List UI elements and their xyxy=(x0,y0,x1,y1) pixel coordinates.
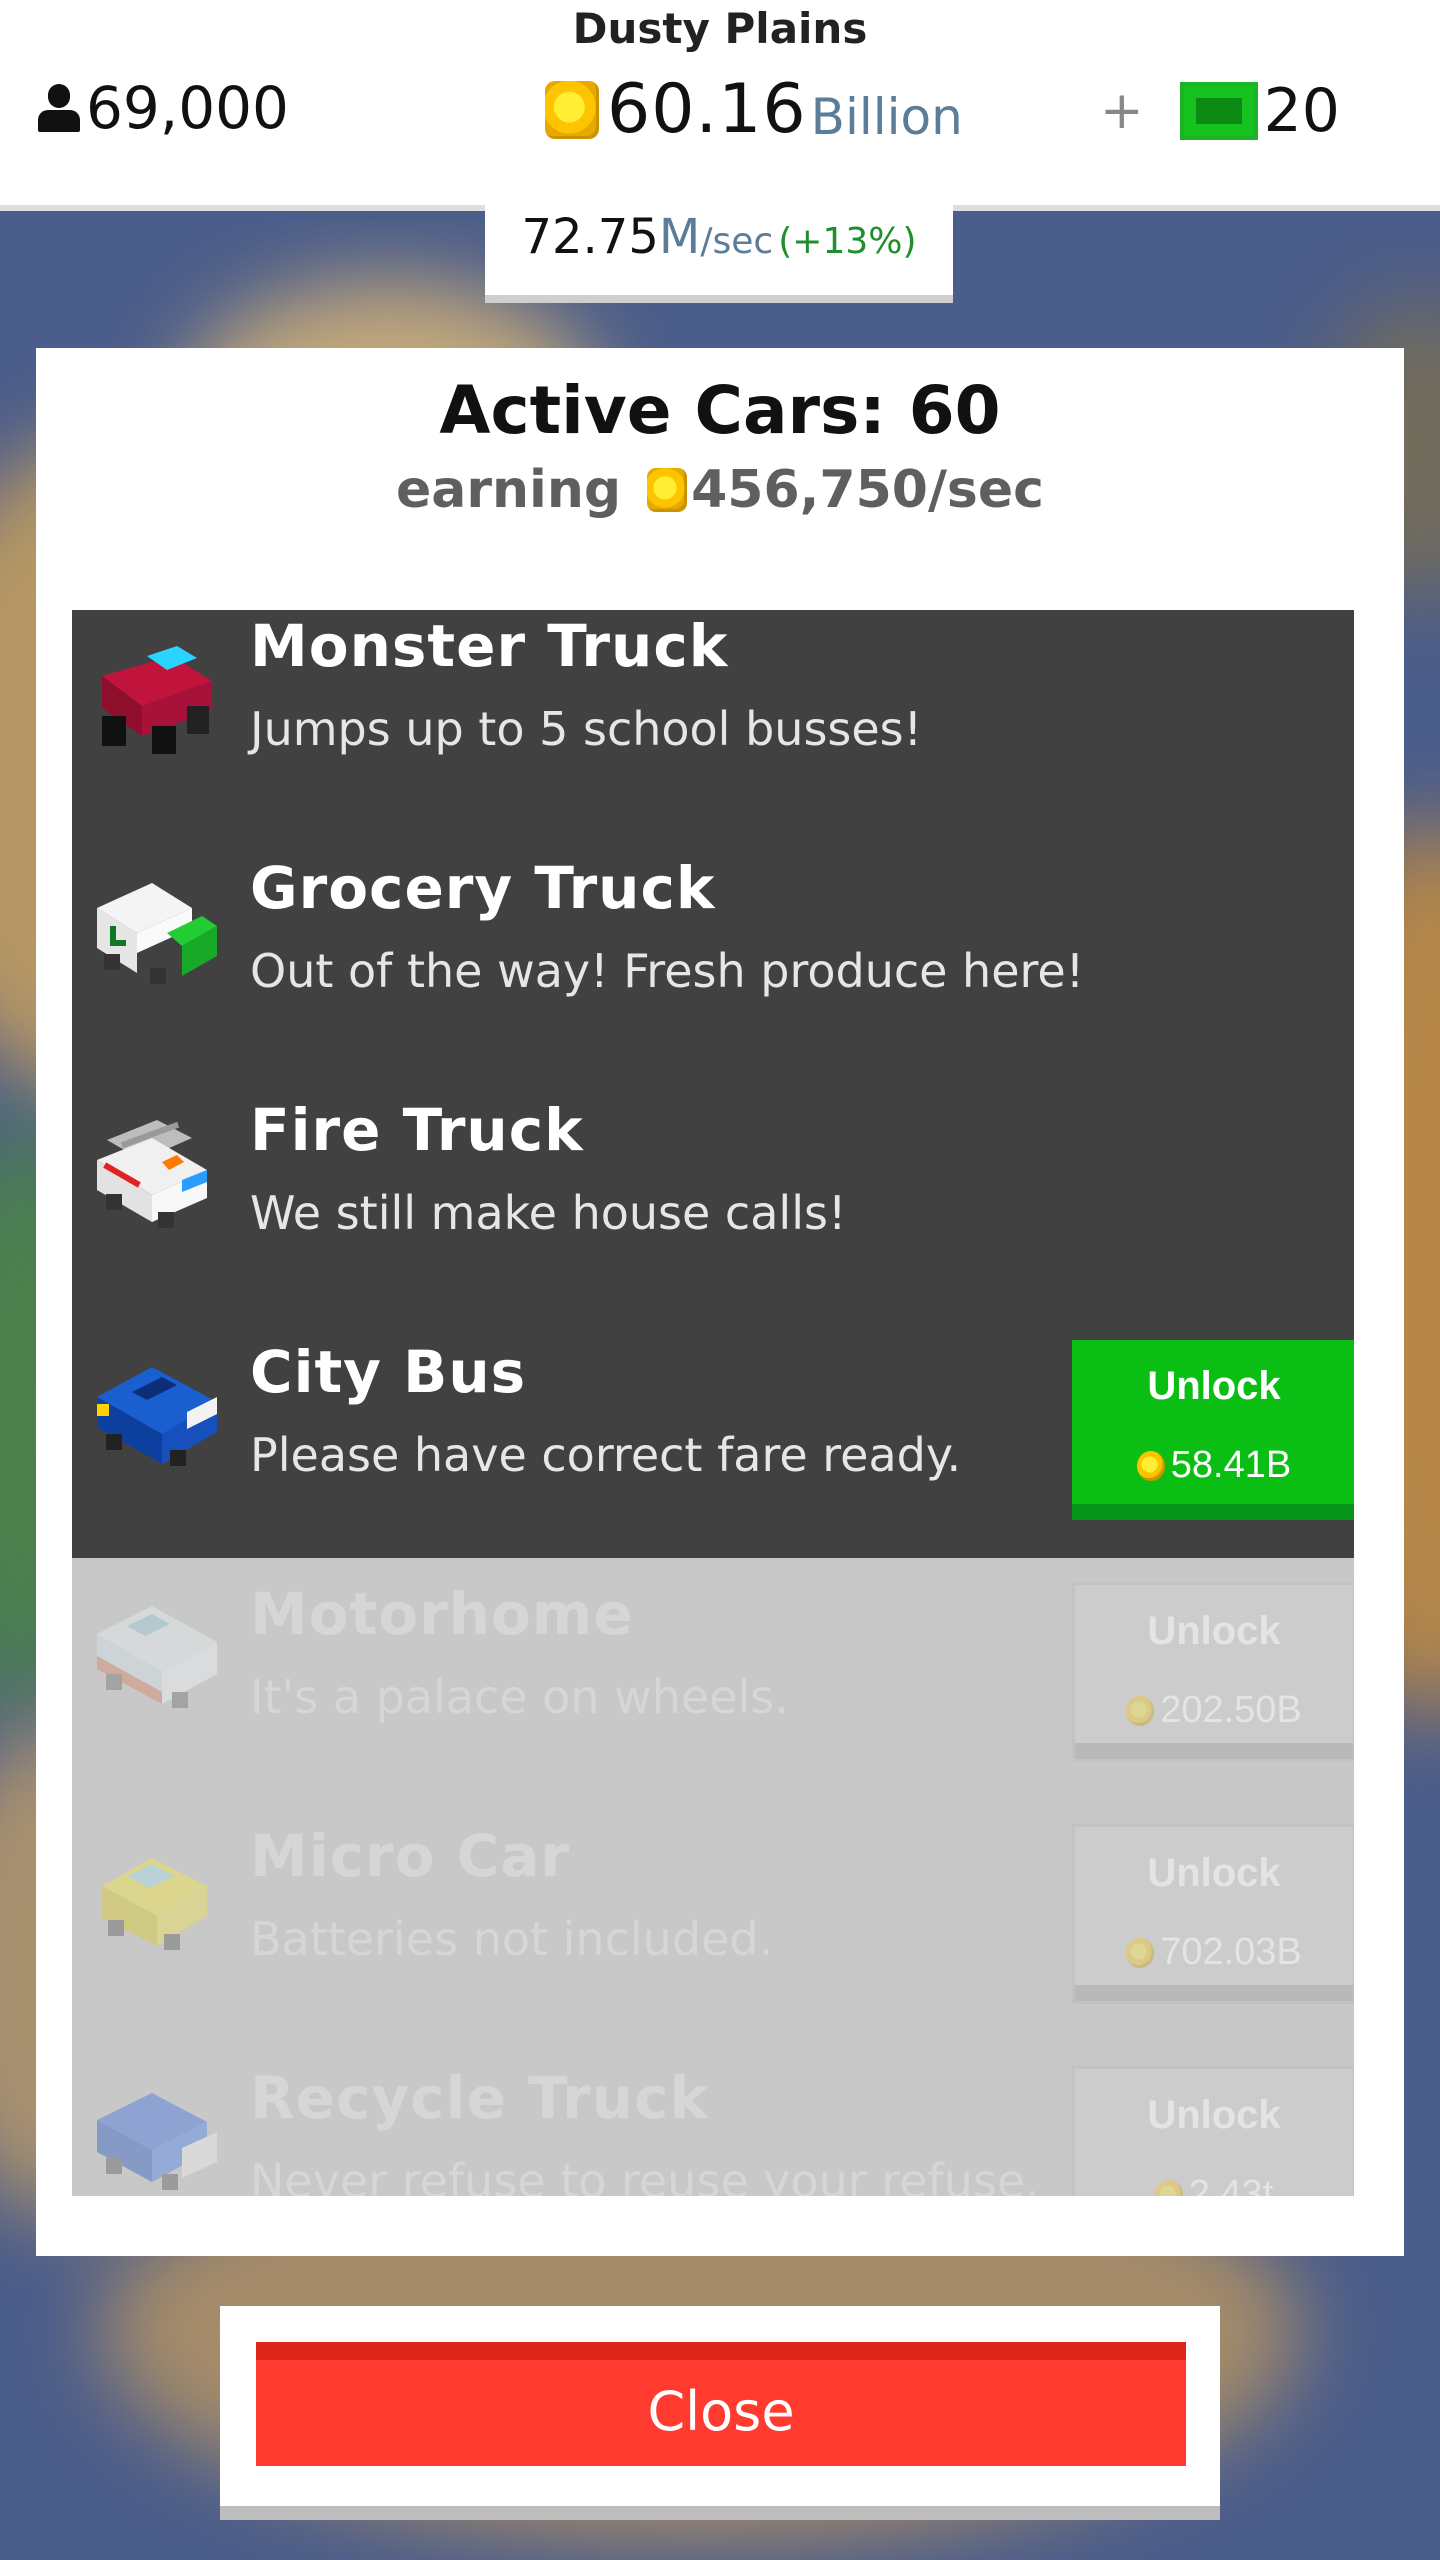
unlock-label: Unlock xyxy=(1147,2093,1281,2137)
coin-icon xyxy=(1126,1937,1155,1968)
cash-value: 20 xyxy=(1263,76,1340,146)
car-description: We still make house calls! xyxy=(250,1186,847,1240)
unlock-price: 702.03B xyxy=(1075,1931,1353,1974)
population-value: 69,000 xyxy=(86,74,289,142)
car-name: Recycle Truck xyxy=(250,2064,710,2132)
unlock-city-bus-button[interactable]: Unlock 58.41B xyxy=(1072,1340,1354,1520)
car-name: Monster Truck xyxy=(250,612,729,680)
earning-value: 456,750/sec xyxy=(691,460,1044,520)
unlock-price: 58.41B xyxy=(1072,1444,1354,1487)
car-item-micro-car[interactable]: Micro Car Batteries not included. Unlock… xyxy=(72,1800,1354,2042)
car-description: It's a palace on wheels. xyxy=(250,1670,789,1724)
car-name: Grocery Truck xyxy=(250,854,716,922)
unlock-price: 2.43t xyxy=(1075,2173,1353,2196)
unlock-label: Unlock xyxy=(1147,1851,1281,1895)
coin-icon xyxy=(1154,2179,1183,2196)
close-button-container: Close xyxy=(220,2306,1220,2506)
unlock-label: Unlock xyxy=(1147,1364,1281,1408)
unlock-recycle-truck-button[interactable]: Unlock 2.43t xyxy=(1072,2066,1354,2196)
car-description: Batteries not included. xyxy=(250,1912,774,1966)
micro-car-icon xyxy=(102,1858,207,1950)
plus-icon[interactable]: + xyxy=(1100,81,1144,141)
panel-title: Active Cars: 60 xyxy=(439,372,1001,449)
grocery-truck-icon xyxy=(97,883,217,984)
monster-truck-icon xyxy=(102,646,212,754)
cash-counter[interactable]: + 20 xyxy=(1100,76,1340,146)
car-name: Micro Car xyxy=(250,1822,570,1890)
car-description: Never refuse to reuse your refuse. xyxy=(250,2154,1040,2196)
cash-bill-icon xyxy=(1179,82,1258,140)
income-rate-tab: 72.75M/sec (+13%) xyxy=(485,205,953,295)
car-description: Out of the way! Fresh produce here! xyxy=(250,944,1085,998)
unlock-price: 202.50B xyxy=(1075,1689,1353,1732)
car-item-grocery-truck[interactable]: Grocery Truck Out of the way! Fresh prod… xyxy=(72,832,1354,1074)
rate-unit: M xyxy=(658,209,701,265)
active-cars-panel: Active Cars: 60 earning 456,750/sec Mons… xyxy=(36,348,1404,2256)
car-item-recycle-truck[interactable]: Recycle Truck Never refuse to reuse your… xyxy=(72,2042,1354,2196)
price-value: 2.43t xyxy=(1188,2173,1274,2196)
recycle-truck-icon xyxy=(97,2093,217,2190)
car-description: Jumps up to 5 school busses! xyxy=(250,702,923,756)
coin-icon xyxy=(1126,1695,1155,1726)
motorhome-icon xyxy=(97,1606,217,1708)
coin-icon xyxy=(545,80,599,139)
car-item-fire-truck[interactable]: Fire Truck We still make house calls! xyxy=(72,1074,1354,1316)
money-counter: 60.16 Billion xyxy=(545,70,963,149)
price-value: 202.50B xyxy=(1160,1689,1302,1731)
city-bus-icon xyxy=(97,1367,217,1466)
rate-value: 72.75 xyxy=(521,209,659,265)
money-unit: Billion xyxy=(810,87,963,146)
car-name: Fire Truck xyxy=(250,1096,584,1164)
top-bar: Dusty Plains 69,000 60.16 Billion + 20 xyxy=(0,0,1440,205)
fire-truck-icon xyxy=(97,1120,207,1228)
car-item-motorhome[interactable]: Motorhome It's a palace on wheels. Unloc… xyxy=(72,1558,1354,1800)
unlock-micro-car-button[interactable]: Unlock 702.03B xyxy=(1072,1824,1354,2004)
person-icon xyxy=(38,84,80,132)
coin-icon xyxy=(647,468,688,512)
earning-label: earning xyxy=(396,460,622,520)
rate-per: /sec xyxy=(700,221,774,262)
car-list[interactable]: Monster Truck Jumps up to 5 school busse… xyxy=(72,610,1354,2196)
rate-bonus: (+13%) xyxy=(778,221,917,262)
car-name: City Bus xyxy=(250,1338,527,1406)
close-button[interactable]: Close xyxy=(256,2342,1186,2466)
car-item-city-bus[interactable]: City Bus Please have correct fare ready.… xyxy=(72,1316,1354,1558)
population-counter: 69,000 xyxy=(38,74,289,142)
earning-line: earning 456,750/sec xyxy=(36,460,1404,520)
city-name: Dusty Plains xyxy=(572,4,868,53)
price-value: 58.41B xyxy=(1170,1444,1292,1486)
car-description: Please have correct fare ready. xyxy=(250,1428,962,1482)
money-value: 60.16 xyxy=(607,70,807,149)
car-item-monster-truck[interactable]: Monster Truck Jumps up to 5 school busse… xyxy=(72,610,1354,832)
price-value: 702.03B xyxy=(1160,1931,1302,1973)
unlock-motorhome-button[interactable]: Unlock 202.50B xyxy=(1072,1582,1354,1762)
unlock-label: Unlock xyxy=(1147,1609,1281,1653)
car-name: Motorhome xyxy=(250,1580,634,1648)
coin-icon xyxy=(1136,1450,1165,1481)
